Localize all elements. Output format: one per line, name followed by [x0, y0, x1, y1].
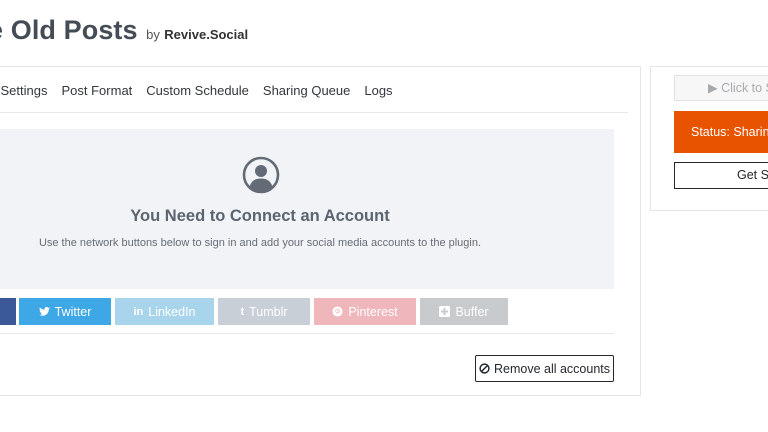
- linkedin-button[interactable]: in LinkedIn: [115, 298, 214, 325]
- facebook-button[interactable]: [0, 298, 16, 325]
- twitter-label: Twitter: [54, 304, 92, 319]
- twitter-icon: [38, 307, 50, 316]
- buffer-button[interactable]: Buffer: [420, 298, 508, 325]
- remove-all-accounts-button[interactable]: Remove all accounts: [475, 355, 614, 382]
- accounts-divider: [0, 333, 614, 334]
- by-text: by: [146, 27, 160, 42]
- ban-icon: [479, 363, 490, 374]
- connect-heading: You Need to Connect an Account: [130, 207, 390, 225]
- pinterest-button[interactable]: Pinterest: [314, 298, 416, 325]
- status-label: Status: Sharin: [691, 125, 768, 139]
- plus-square-icon: [439, 306, 451, 317]
- get-support-button[interactable]: Get S: [674, 162, 768, 189]
- tab-sharing-queue[interactable]: Sharing Queue: [263, 84, 350, 98]
- linkedin-label: LinkedIn: [148, 304, 196, 319]
- user-avatar-icon: [242, 156, 280, 194]
- tabs-divider: [0, 112, 628, 113]
- plugin-name: e Old Posts: [0, 15, 138, 45]
- settings-tabs: l Settings Post Format Custom Schedule S…: [0, 84, 407, 98]
- start-sharing-button[interactable]: ▶ Click to S: [674, 75, 768, 101]
- linkedin-icon: in: [133, 305, 144, 318]
- tumblr-icon: t: [240, 305, 245, 318]
- support-label: Get S: [737, 168, 768, 182]
- status-badge: Status: Sharin: [674, 111, 768, 153]
- play-icon: ▶: [708, 81, 718, 95]
- page-title: e Old Posts by Revive.Social: [0, 15, 248, 46]
- tab-general-settings[interactable]: l Settings: [0, 84, 47, 98]
- pinterest-icon: [332, 306, 343, 317]
- brand-name: Revive.Social: [164, 27, 249, 42]
- tumblr-label: Tumblr: [249, 304, 288, 319]
- tumblr-button[interactable]: t Tumblr: [218, 298, 310, 325]
- buffer-label: Buffer: [455, 304, 489, 319]
- twitter-button[interactable]: Twitter: [19, 298, 111, 325]
- tab-post-format[interactable]: Post Format: [61, 84, 132, 98]
- remove-all-label: Remove all accounts: [493, 361, 611, 376]
- pinterest-label: Pinterest: [348, 304, 398, 319]
- tab-custom-schedule[interactable]: Custom Schedule: [146, 84, 249, 98]
- start-label: Click to S: [721, 81, 768, 95]
- connect-description: Use the network buttons below to sign in…: [38, 237, 482, 249]
- tab-logs[interactable]: Logs: [364, 84, 392, 98]
